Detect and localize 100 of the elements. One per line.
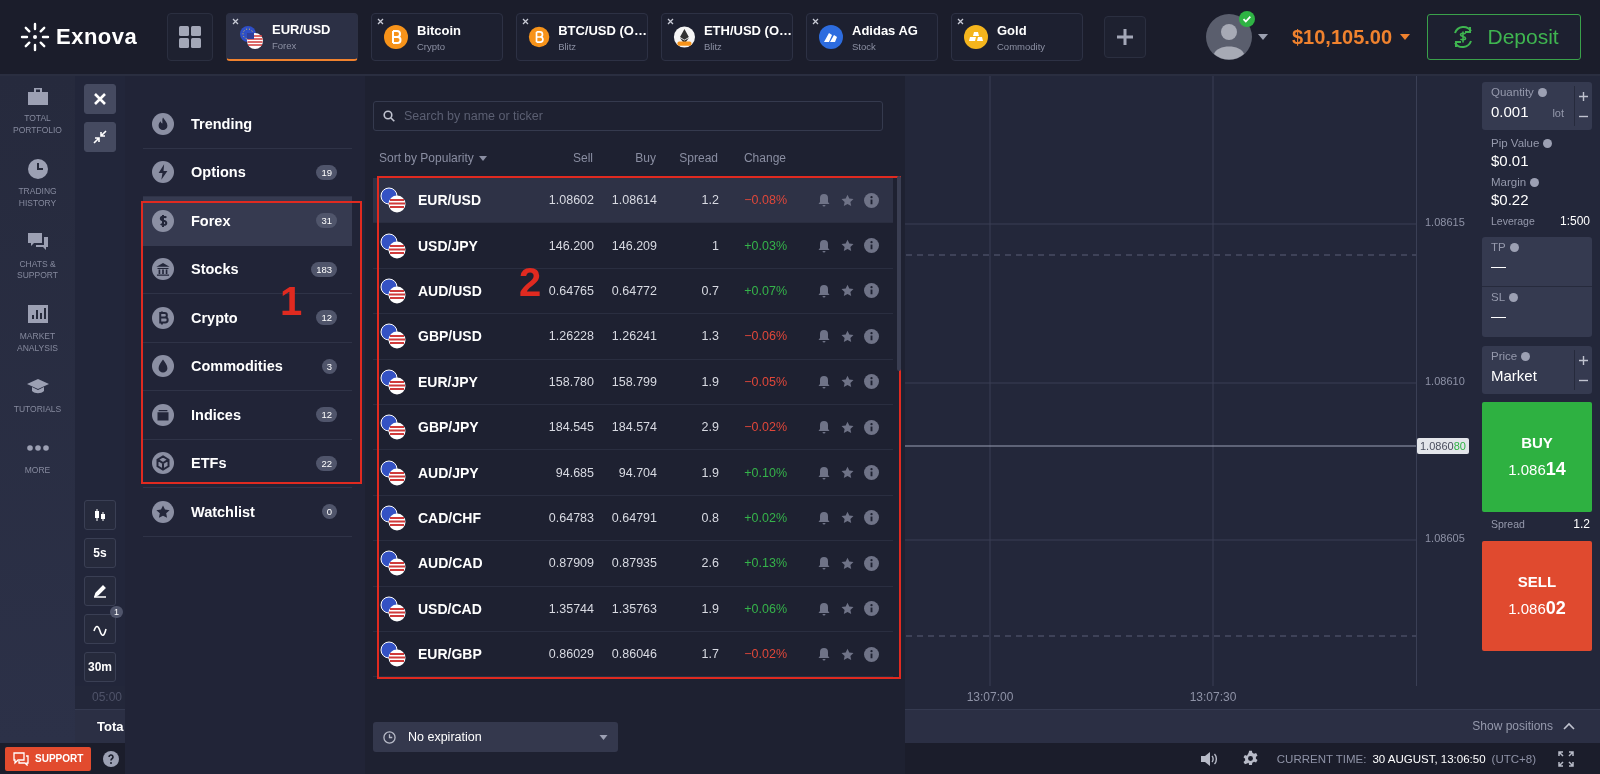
sell-button[interactable]: SELL 1.08602 xyxy=(1482,541,1592,651)
speaker-icon[interactable] xyxy=(1199,750,1218,767)
pair-name[interactable]: USD/CAD xyxy=(418,600,482,617)
bell-icon[interactable] xyxy=(817,283,831,298)
info-icon[interactable] xyxy=(864,238,879,254)
info-icon[interactable] xyxy=(864,419,879,435)
info-icon[interactable] xyxy=(864,601,879,617)
caret-down-icon[interactable] xyxy=(1400,34,1411,40)
info-icon[interactable] xyxy=(864,328,879,344)
nav-item[interactable]: TRADING HISTORY xyxy=(2,156,73,210)
sort-dropdown[interactable]: Sort by Popularity xyxy=(379,151,487,165)
star-icon[interactable] xyxy=(840,510,855,526)
star-icon[interactable] xyxy=(840,555,855,571)
deposit-button[interactable]: Deposit xyxy=(1427,14,1582,60)
pair-name[interactable]: EUR/JPY xyxy=(418,373,478,390)
bell-icon[interactable] xyxy=(817,420,831,435)
nav-item[interactable]: MORE xyxy=(2,436,73,477)
settings-icon[interactable] xyxy=(1241,750,1259,767)
drawing-tool-button[interactable] xyxy=(84,576,116,606)
add-tab-button[interactable] xyxy=(1104,16,1146,58)
close-icon[interactable] xyxy=(377,18,384,25)
plus-icon[interactable] xyxy=(1579,355,1588,365)
info-icon[interactable] xyxy=(864,374,879,390)
selected-row-highlight[interactable]: EUR/USD 1.08602 1.08614 1.2 −0.08% xyxy=(373,178,893,224)
info-icon[interactable] xyxy=(864,646,879,662)
nav-item[interactable]: TUTORIALS xyxy=(2,375,73,416)
close-button[interactable] xyxy=(84,84,116,114)
info-icon[interactable] xyxy=(864,283,879,299)
fullscreen-icon[interactable] xyxy=(1558,750,1574,767)
category-item[interactable]: ETFs xyxy=(152,452,227,475)
stop-loss-field[interactable]: SL — xyxy=(1482,287,1592,337)
asset-tab[interactable]: Gold Commodity xyxy=(951,13,1083,61)
pair-name[interactable]: AUD/JPY xyxy=(418,464,479,481)
pair-name[interactable]: GBP/JPY xyxy=(418,419,479,436)
category-item[interactable]: Crypto xyxy=(152,306,238,329)
search-field[interactable]: Search by name or ticker xyxy=(373,101,883,131)
pair-name[interactable]: GBP/USD xyxy=(418,328,482,345)
bell-icon[interactable] xyxy=(817,374,831,389)
nav-item[interactable]: MARKET ANALYSIS xyxy=(2,302,73,356)
column-header[interactable]: Change xyxy=(743,151,786,165)
bell-icon[interactable] xyxy=(817,601,831,616)
avatar-icon[interactable] xyxy=(1206,14,1252,60)
column-header[interactable]: Spread xyxy=(679,151,718,165)
info-icon[interactable] xyxy=(864,465,879,481)
star-icon[interactable] xyxy=(840,419,855,435)
account-balance[interactable]: $10,105.00 xyxy=(1292,25,1393,49)
plus-icon[interactable] xyxy=(1579,91,1588,101)
category-item[interactable]: Trending xyxy=(152,112,253,135)
price-field[interactable]: Price Market xyxy=(1482,346,1592,394)
bell-icon[interactable] xyxy=(817,556,831,571)
info-icon[interactable] xyxy=(864,510,879,526)
category-item[interactable]: Forex xyxy=(152,209,231,232)
category-item[interactable]: Options xyxy=(152,161,246,184)
nav-item[interactable]: TOTAL PORTFOLIO xyxy=(2,84,73,137)
quantity-field[interactable]: Quantity 0.001 lot xyxy=(1482,82,1592,130)
star-icon[interactable] xyxy=(840,192,855,208)
star-icon[interactable] xyxy=(840,601,855,617)
star-icon[interactable] xyxy=(840,646,855,662)
column-header[interactable]: Buy xyxy=(635,151,656,165)
star-icon[interactable] xyxy=(840,238,855,254)
category-item[interactable]: Commodities xyxy=(152,355,283,378)
pair-name[interactable]: AUD/CAD xyxy=(418,555,483,572)
caret-down-icon[interactable] xyxy=(1258,34,1268,40)
info-icon[interactable] xyxy=(864,555,879,571)
take-profit-field[interactable]: TP — xyxy=(1482,237,1592,287)
bell-icon[interactable] xyxy=(817,193,831,208)
bell-icon[interactable] xyxy=(817,510,831,525)
bell-icon[interactable] xyxy=(817,647,831,662)
category-item[interactable]: Indices xyxy=(152,403,241,426)
apps-button[interactable] xyxy=(167,13,213,61)
star-icon[interactable] xyxy=(840,283,855,299)
support-button[interactable]: SUPPORT xyxy=(5,746,92,771)
close-icon[interactable] xyxy=(232,18,239,25)
timeframe-button[interactable]: 30m xyxy=(84,652,116,682)
pair-name[interactable]: USD/JPY xyxy=(418,237,478,254)
expiration-dropdown[interactable]: No expiration xyxy=(373,722,618,752)
pair-name[interactable]: EUR/GBP xyxy=(418,646,482,663)
timeframe-button[interactable]: 5s xyxy=(84,538,116,568)
pair-name[interactable]: AUD/USD xyxy=(418,282,482,299)
asset-tab[interactable]: Bitcoin Crypto xyxy=(371,13,503,61)
pair-name[interactable]: CAD/CHF xyxy=(418,509,481,526)
pair-name[interactable]: EUR/USD xyxy=(418,192,481,209)
chart-type-button[interactable] xyxy=(84,500,116,530)
star-icon[interactable] xyxy=(840,374,855,390)
nav-item[interactable]: CHATS & SUPPORT xyxy=(2,229,73,283)
asset-tab[interactable]: Adidas AG Stock xyxy=(806,13,938,61)
close-icon[interactable] xyxy=(957,18,964,25)
show-positions-button[interactable]: Show positions xyxy=(1466,718,1581,735)
category-item[interactable]: Watchlist xyxy=(152,500,255,523)
asset-tab[interactable]: BTC/USD (O… Blitz xyxy=(516,13,648,61)
bell-icon[interactable] xyxy=(817,465,831,480)
bell-icon[interactable] xyxy=(817,329,831,344)
indicators-button[interactable] xyxy=(84,614,116,644)
asset-tab[interactable]: EUR/USD Forex xyxy=(226,13,358,61)
star-icon[interactable] xyxy=(840,465,855,481)
asset-tab[interactable]: ETH/USD (O… Blitz xyxy=(661,13,793,61)
star-icon[interactable] xyxy=(840,328,855,344)
category-item[interactable]: Stocks xyxy=(152,258,239,281)
close-icon[interactable] xyxy=(522,18,529,25)
close-icon[interactable] xyxy=(812,18,819,25)
